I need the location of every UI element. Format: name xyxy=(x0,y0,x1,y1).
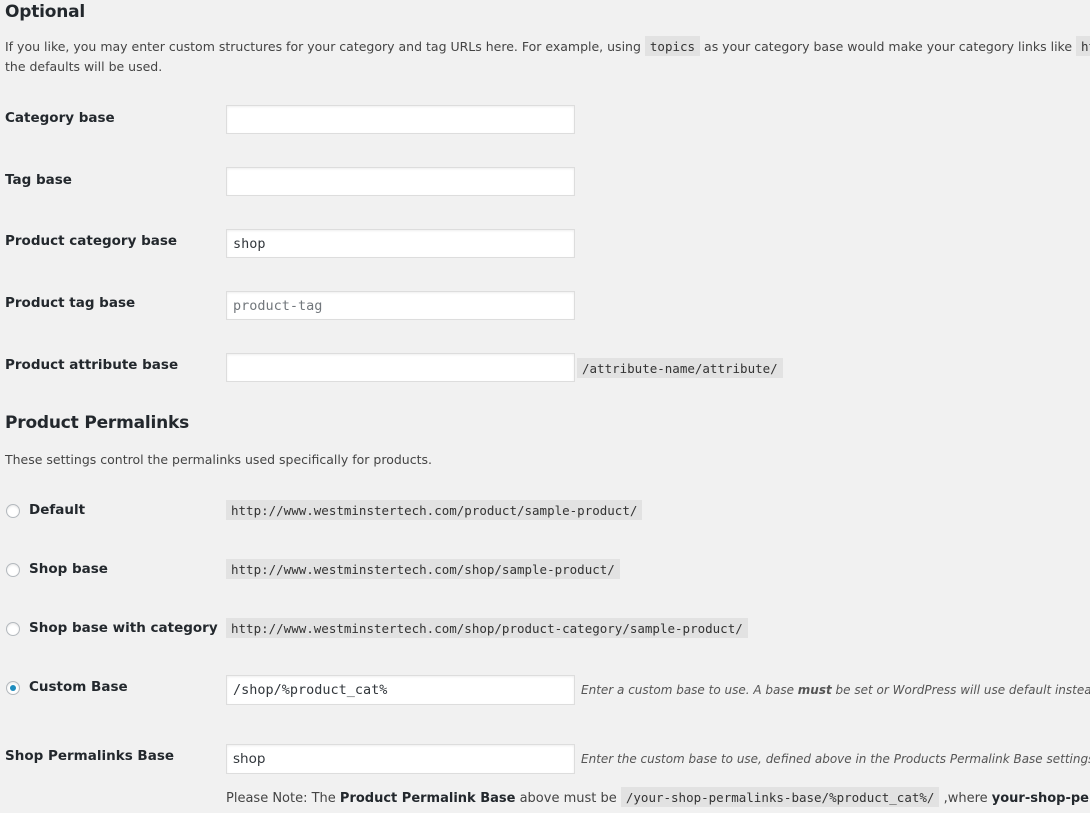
tag-base-label: Tag base xyxy=(5,172,72,188)
note-code: /your-shop-permalinks-base/%product_cat%… xyxy=(620,787,940,807)
custom-base-radio[interactable] xyxy=(6,681,20,695)
hint-text: Enter a custom base to use. A base xyxy=(581,683,798,697)
product-category-base-input[interactable] xyxy=(226,229,575,258)
note-bold: Product Permalink Base xyxy=(339,791,516,806)
product-tag-base-input[interactable] xyxy=(226,291,575,320)
note-text-3: ,where xyxy=(939,791,992,806)
example-url-code: http:// xyxy=(1076,36,1090,56)
custom-base-input[interactable] xyxy=(226,675,575,705)
product-category-base-label: Product category base xyxy=(5,233,178,249)
hint-bold: must xyxy=(797,683,832,697)
optional-heading: Optional xyxy=(5,2,86,22)
description-text-2: as your category base would make your ca… xyxy=(704,39,1073,54)
shop-base-with-category-example-url: http://www.westminstertech.com/shop/prod… xyxy=(226,618,748,638)
product-tag-base-label: Product tag base xyxy=(5,295,136,311)
default-example-url: http://www.westminstertech.com/product/s… xyxy=(226,500,643,520)
description-text: If you like, you may enter custom struct… xyxy=(5,39,641,54)
permalink-note: Please Note: The Product Permalink Base … xyxy=(226,787,1090,807)
shop-permalinks-base-label: Shop Permalinks Base xyxy=(5,748,175,764)
shop-base-with-category-radio[interactable] xyxy=(6,622,20,636)
topics-code: topics xyxy=(644,36,701,56)
note-bold-2: your-shop-perm xyxy=(991,791,1090,806)
custom-base-label[interactable]: Custom Base xyxy=(29,679,128,695)
note-text: Please Note: The xyxy=(226,791,340,806)
shop-base-example-url: http://www.westminstertech.com/shop/samp… xyxy=(226,559,620,579)
custom-base-hint: Enter a custom base to use. A base must … xyxy=(581,683,1090,697)
shop-base-radio[interactable] xyxy=(6,563,20,577)
note-text-2: above must be xyxy=(515,791,621,806)
product-attribute-base-input[interactable] xyxy=(226,353,575,382)
optional-description-line2: the defaults will be used. xyxy=(5,59,163,74)
hint-text-2: be set or WordPress will use default ins… xyxy=(831,683,1090,697)
attribute-base-suffix: /attribute-name/attribute/ xyxy=(577,358,783,378)
category-base-input[interactable] xyxy=(226,105,575,134)
shop-base-label[interactable]: Shop base xyxy=(29,561,108,577)
tag-base-input[interactable] xyxy=(226,167,575,196)
shop-permalinks-base-hint: Enter the custom base to use, defined ab… xyxy=(581,752,1090,766)
shop-base-with-category-label[interactable]: Shop base with category xyxy=(29,620,218,636)
product-permalinks-description: These settings control the permalinks us… xyxy=(5,452,432,467)
category-base-label: Category base xyxy=(5,110,115,126)
shop-permalinks-base-input[interactable] xyxy=(226,744,575,774)
default-label[interactable]: Default xyxy=(29,502,85,518)
product-attribute-base-label: Product attribute base xyxy=(5,357,179,373)
default-radio[interactable] xyxy=(6,504,20,518)
optional-description: If you like, you may enter custom struct… xyxy=(5,36,1090,57)
radio-checked-dot xyxy=(10,685,16,691)
product-permalinks-heading: Product Permalinks xyxy=(5,413,190,433)
